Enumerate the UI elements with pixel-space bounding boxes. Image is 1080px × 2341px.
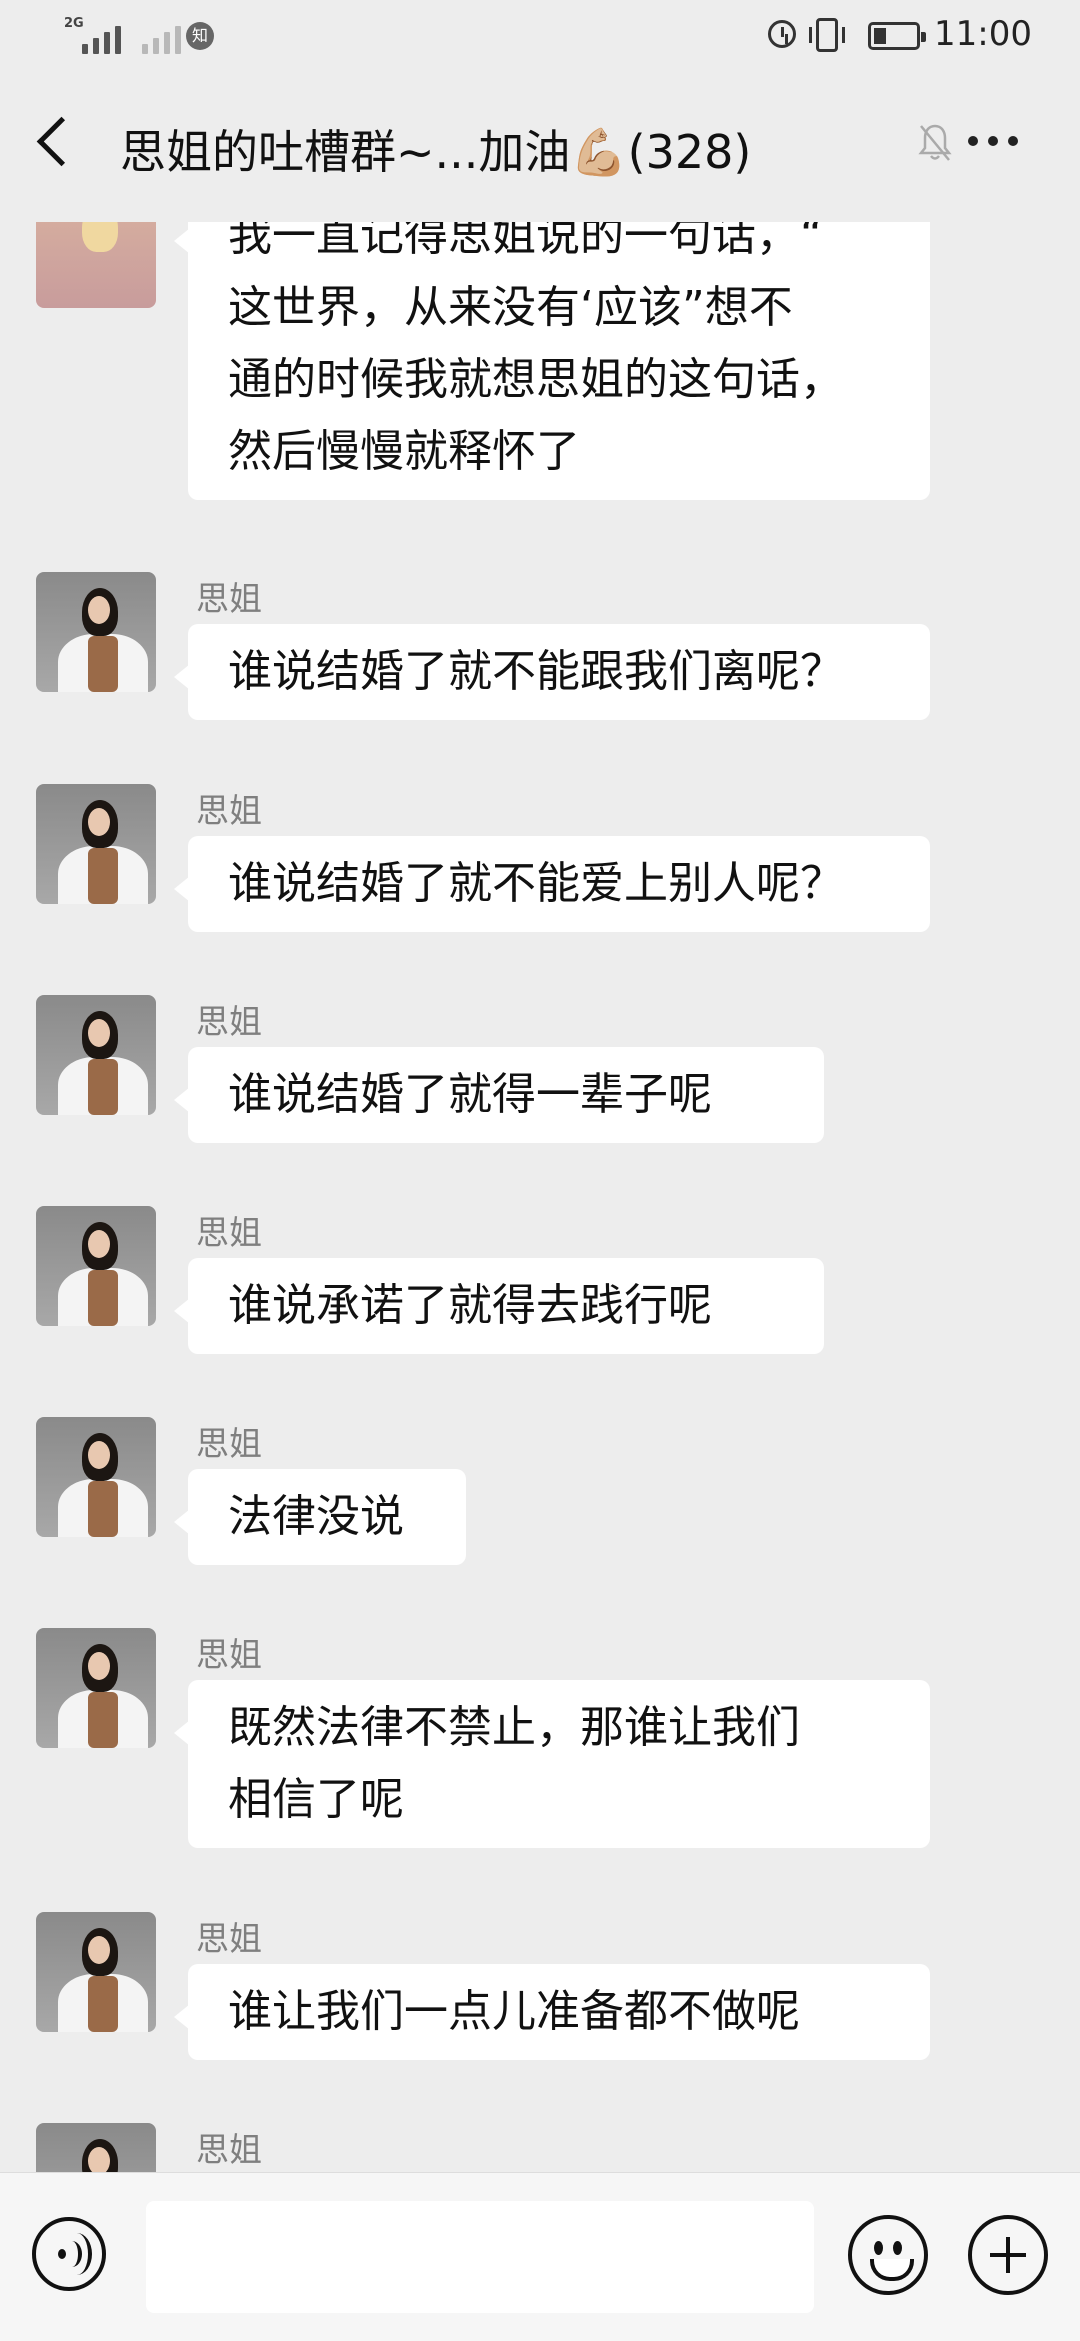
avatar[interactable] (36, 1628, 156, 1748)
avatar[interactable] (36, 222, 156, 308)
status-bar: 2G 知 11:00 (0, 0, 1080, 72)
message-text: 我一直记得思姐说的一句话，“ (228, 222, 823, 261)
avatar[interactable] (36, 572, 156, 692)
sender-name: 思姐 (196, 2130, 262, 2169)
avatar[interactable] (36, 1206, 156, 1326)
message-text: 然后慢慢就释怀了 (228, 426, 580, 477)
clock: 11:00 (934, 14, 1032, 54)
message-bubble[interactable]: 谁说结婚了就不能跟我们离呢？ (174, 624, 930, 720)
message-text: 相信了呢 (228, 1774, 404, 1825)
message-text: 谁让我们一点儿准备都不做呢 (228, 1986, 800, 2037)
message-bubble[interactable]: 谁说结婚了就得一辈子呢 (174, 1047, 824, 1143)
sender-name: 思姐 (196, 1213, 262, 1252)
message-list[interactable]: 我一直记得思姐说的一句话，“ 这世界，从来没有‘应该”想不 通的时候我就想思姐的… (0, 222, 1080, 2172)
message-bubble[interactable]: 既然法律不禁止，那谁让我们 相信了呢 (174, 1680, 930, 1848)
message-bubble[interactable]: 谁说结婚了就不能爱上别人呢？ (174, 836, 930, 932)
message-text: 谁说结婚了就得一辈子呢 (228, 1069, 712, 1120)
avatar[interactable] (36, 1912, 156, 2032)
avatar[interactable] (36, 784, 156, 904)
alarm-icon (768, 20, 796, 48)
vibrate-icon (809, 18, 845, 52)
sender-name: 思姐 (196, 1635, 262, 1674)
emoji-button[interactable] (848, 2215, 928, 2295)
message-text: 谁说结婚了就不能跟我们离呢？ (228, 646, 844, 697)
message-text: 通的时候我就想思姐的这句话， (228, 354, 844, 405)
battery-icon (868, 22, 926, 50)
message-text: 既然法律不禁止，那谁让我们 (228, 1702, 800, 1753)
sender-name: 思姐 (196, 1424, 262, 1463)
sender-name: 思姐 (196, 1002, 262, 1041)
signal-strength-secondary-icon (142, 18, 181, 54)
mute-bell-icon (918, 124, 952, 161)
message-bubble[interactable]: 法律没说 (174, 1469, 466, 1565)
more-actions-plus-button[interactable] (968, 2215, 1048, 2295)
message-text: 谁说承诺了就得去践行呢 (228, 1280, 712, 1331)
message-text: 谁说结婚了就不能爱上别人呢？ (228, 858, 844, 909)
message-bubble[interactable]: 我一直记得思姐说的一句话，“ 这世界，从来没有‘应该”想不 通的时候我就想思姐的… (174, 222, 930, 500)
sender-name: 思姐 (196, 1919, 262, 1958)
avatar[interactable] (36, 995, 156, 1115)
network-type-label: 2G (64, 16, 84, 31)
signal-strength-icon (82, 18, 121, 54)
avatar[interactable] (36, 1417, 156, 1537)
sender-name: 思姐 (196, 579, 262, 618)
more-options-icon[interactable] (968, 136, 1018, 146)
voice-input-button[interactable] (32, 2217, 106, 2291)
avatar[interactable] (36, 2123, 156, 2172)
app-notification-icon: 知 (186, 22, 214, 50)
message-text: 这世界，从来没有‘应该”想不 (228, 282, 793, 333)
message-bubble[interactable]: 谁让我们一点儿准备都不做呢 (174, 1964, 930, 2060)
back-arrow-icon[interactable] (36, 116, 87, 167)
chat-header: 思姐的吐槽群~...加油💪🏼(328) (0, 72, 1080, 222)
message-text: 法律没说 (228, 1491, 404, 1542)
chat-title: 思姐的吐槽群~...加油💪🏼(328) (120, 125, 752, 179)
sender-name: 思姐 (196, 791, 262, 830)
message-input[interactable] (146, 2201, 814, 2313)
input-bar (0, 2172, 1080, 2341)
message-bubble[interactable]: 谁说承诺了就得去践行呢 (174, 1258, 824, 1354)
